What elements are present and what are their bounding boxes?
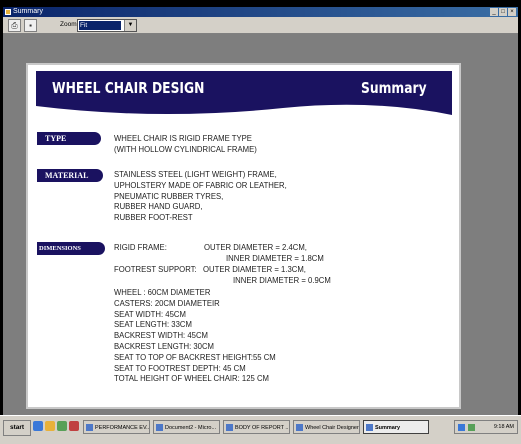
chevron-down-icon[interactable]: ▼	[124, 20, 136, 31]
app-icon-quicklaunch[interactable]	[69, 421, 79, 431]
clock: 9:18 AM	[493, 424, 514, 430]
save-icon[interactable]: ▪	[24, 19, 37, 32]
zoom-select[interactable]: Fit ▼	[77, 19, 137, 32]
viewer-window: Summary _ □ × ⎙ ▪ Zoom Fit ▼ WHEEL CHAIR…	[3, 7, 518, 443]
minimize-button[interactable]: _	[490, 8, 498, 16]
task-body-of-report[interactable]: BODY OF REPORT ...	[223, 420, 290, 434]
footrest-inner-diameter: INNER DIAMETER = 0.9CM	[233, 275, 331, 285]
taskbar: start PERFORMANCE EV... Document2 - Micr…	[0, 415, 521, 444]
task-document2[interactable]: Document2 - Micro...	[153, 420, 220, 434]
zoom-value: Fit	[79, 21, 121, 30]
task-performance[interactable]: PERFORMANCE EV...	[83, 420, 150, 434]
type-text: WHEEL CHAIR IS RIGID FRAME TYPE (WITH HO…	[114, 133, 257, 154]
system-tray: 9:18 AM	[454, 420, 518, 434]
window-controls: _ □ ×	[490, 8, 516, 16]
slide-title: WHEEL CHAIR DESIGN	[52, 79, 205, 97]
title-bar: Summary _ □ ×	[3, 7, 518, 17]
window-title: Summary	[13, 8, 43, 15]
task-summary[interactable]: Summary	[363, 420, 429, 434]
folder-icon[interactable]	[45, 421, 55, 431]
type-tag: TYPE	[37, 132, 101, 145]
start-button[interactable]: start	[3, 420, 31, 436]
footrest-label: FOOTREST SUPPORT:	[114, 264, 197, 274]
volume-icon[interactable]	[468, 424, 475, 431]
network-icon[interactable]	[458, 424, 465, 431]
app-icon	[5, 9, 11, 15]
footrest-outer-diameter: OUTER DIAMETER = 1.3CM,	[203, 264, 306, 274]
dimensions-tag: DIMENSIONS	[37, 242, 105, 255]
material-tag: MATERIAL	[37, 169, 103, 182]
maximize-button[interactable]: □	[499, 8, 507, 16]
media-icon[interactable]	[57, 421, 67, 431]
material-text: STAINLESS STEEL (LIGHT WEIGHT) FRAME, UP…	[114, 169, 287, 223]
ie-icon[interactable]	[33, 421, 43, 431]
toolbar: ⎙ ▪ Zoom Fit ▼	[3, 17, 518, 34]
task-wheel-chair-designer[interactable]: Wheel Chair Designer	[293, 420, 360, 434]
slide: WHEEL CHAIR DESIGN Summary TYPE WHEEL CH…	[26, 63, 461, 409]
slide-subtitle: Summary	[361, 79, 427, 97]
close-button[interactable]: ×	[508, 8, 516, 16]
dimensions-list: WHEEL : 60CM DIAMETER CASTERS: 20CM DIAM…	[114, 287, 276, 384]
rigid-outer-diameter: OUTER DIAMETER = 2.4CM,	[204, 242, 307, 252]
rigid-frame-label: RIGID FRAME:	[114, 242, 167, 252]
printer-icon[interactable]: ⎙	[8, 19, 21, 32]
zoom-label: Zoom	[60, 21, 77, 28]
rigid-inner-diameter: INNER DIAMETER = 1.8CM	[226, 253, 324, 263]
